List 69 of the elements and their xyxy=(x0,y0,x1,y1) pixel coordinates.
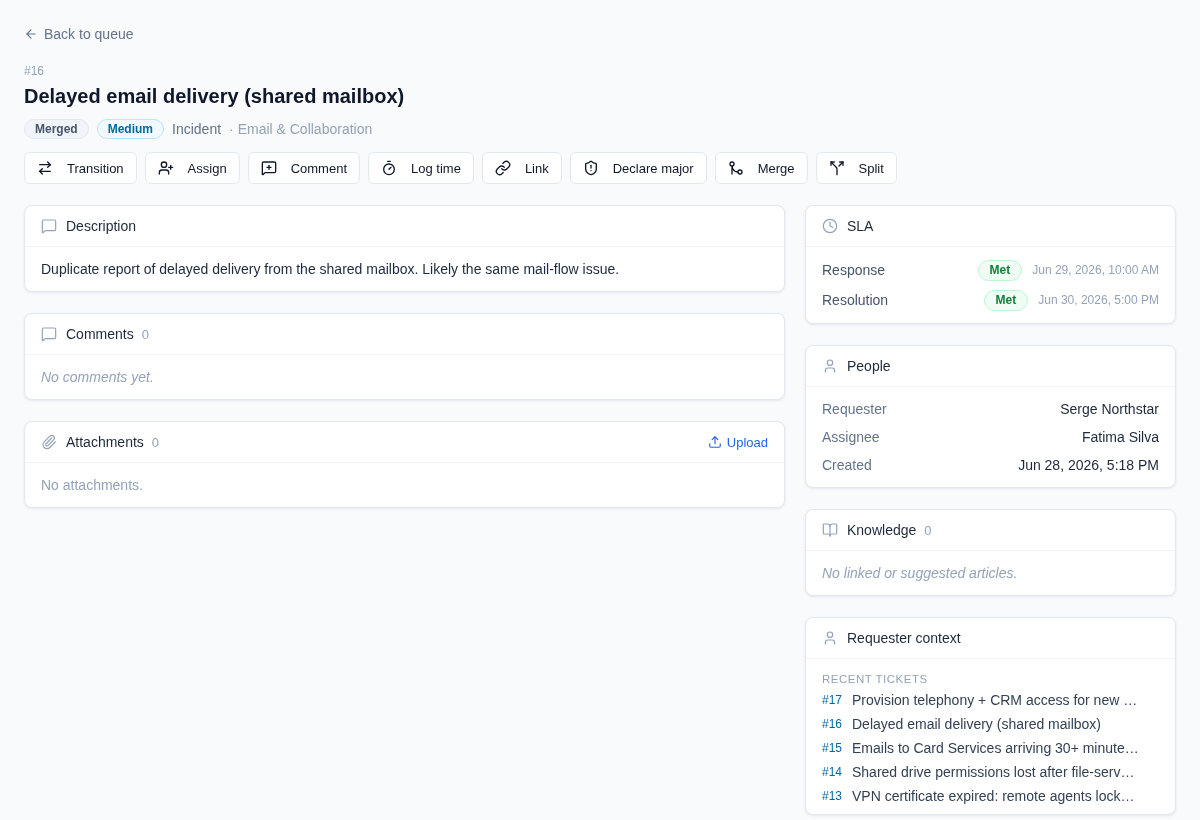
empty-message: No attachments. xyxy=(41,476,144,495)
card-title: Requester context xyxy=(847,630,961,646)
ticket-type: Incident xyxy=(172,121,222,137)
ticket-title: Delayed email delivery (shared mailbox) xyxy=(24,84,405,109)
ticket-link[interactable]: VPN certificate expired: remote agents lock… xyxy=(852,788,1135,804)
ticket-link[interactable]: Delayed email delivery (shared mailbox) xyxy=(852,716,1101,732)
message-icon xyxy=(41,326,57,342)
ticket-link[interactable]: Emails to Card Services arriving 30+ minute… xyxy=(852,740,1139,756)
shield-alert-icon xyxy=(582,160,599,176)
toolbar-button[interactable]: Assign xyxy=(144,152,240,184)
empty-message: No comments yet. xyxy=(41,368,155,387)
field-label: Created xyxy=(822,457,872,473)
ticket-number: #17 xyxy=(822,693,844,707)
swap-arrows-icon xyxy=(37,160,53,176)
timestamp: Jun 29, 2026, 10:00 AM xyxy=(1032,263,1159,277)
upload-icon xyxy=(707,435,722,449)
status-badge: Met xyxy=(983,289,1029,311)
field-label: Assignee xyxy=(822,429,880,445)
upload-link[interactable]: Upload xyxy=(707,434,768,450)
user-plus-icon xyxy=(157,160,174,176)
ticket-category: · Email & Collaboration xyxy=(229,121,373,137)
link-icon xyxy=(494,160,511,176)
ticket-number: #16 xyxy=(24,63,45,79)
book-icon xyxy=(822,522,838,538)
paperclip-icon xyxy=(41,434,57,450)
toolbar-button[interactable]: Transition xyxy=(24,152,137,184)
card-title: People xyxy=(847,358,891,374)
section-label: RECENT TICKETS xyxy=(822,672,929,687)
count-label: 0 xyxy=(151,434,160,450)
ticket-number: #14 xyxy=(822,765,844,779)
message-icon xyxy=(41,218,57,234)
timestamp: Jun 30, 2026, 5:00 PM xyxy=(1038,293,1159,307)
status-badge: Merged xyxy=(24,119,89,139)
branch-icon xyxy=(727,160,744,176)
empty-message: No linked or suggested articles. xyxy=(822,564,1019,583)
ticket-link[interactable]: Shared drive permissions lost after file-serv… xyxy=(852,764,1135,780)
toolbar-button[interactable]: Declare major xyxy=(569,152,707,184)
ticket-number: #13 xyxy=(822,789,844,803)
field-value: Serge Northstar xyxy=(1060,401,1159,417)
sla-label: Resolution xyxy=(822,292,889,308)
field-value: Fatima Silva xyxy=(1081,429,1159,445)
toolbar-button[interactable]: Split xyxy=(815,152,897,184)
split-arrows-icon xyxy=(828,160,845,176)
priority-badge: Medium xyxy=(96,119,165,139)
card-title: Attachments xyxy=(66,434,144,450)
toolbar-button[interactable]: Comment xyxy=(247,152,360,184)
clock-icon xyxy=(822,218,838,234)
toolbar-button[interactable]: Link xyxy=(481,152,562,184)
message-plus-icon xyxy=(260,160,277,176)
count-label: 0 xyxy=(924,522,932,538)
toolbar-button[interactable]: Log time xyxy=(368,152,474,184)
ticket-number: #15 xyxy=(822,741,844,755)
back-link[interactable]: Back to queue xyxy=(24,24,134,44)
count-label: 0 xyxy=(141,326,149,342)
toolbar-button[interactable]: Merge xyxy=(714,152,808,184)
ticket-link[interactable]: Provision telephony + CRM access for new … xyxy=(852,692,1138,708)
card-title: SLA xyxy=(847,218,874,234)
status-badge: Met xyxy=(977,259,1023,281)
card-title: Knowledge xyxy=(847,522,917,538)
field-label: Requester xyxy=(822,401,887,417)
ticket-number: #16 xyxy=(822,717,844,731)
card-title: Description xyxy=(66,218,137,234)
field-value: Jun 28, 2026, 5:18 PM xyxy=(1018,457,1159,473)
card-title: Comments xyxy=(66,326,134,342)
timer-icon xyxy=(381,160,397,176)
user-icon xyxy=(822,358,838,374)
description-text: Duplicate report of delayed delivery from the shared mailbox. Likely the same mail-flow issue. xyxy=(41,260,621,279)
sla-label: Response xyxy=(822,262,886,278)
user-icon xyxy=(822,630,838,646)
